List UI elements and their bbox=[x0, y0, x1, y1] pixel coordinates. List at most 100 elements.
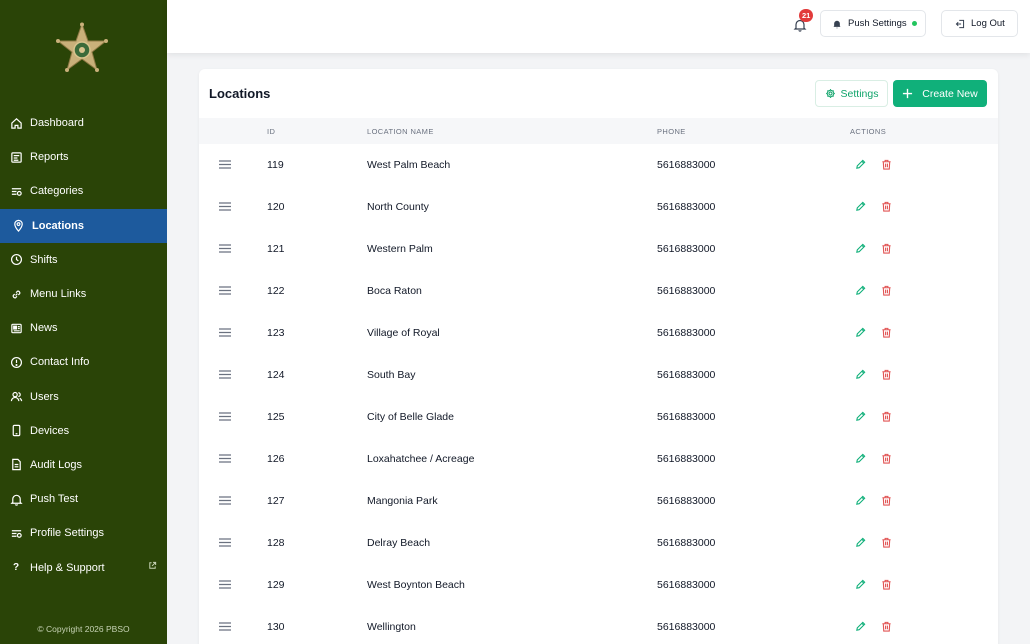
cell-phone: 5616883000 bbox=[657, 243, 716, 255]
sidebar-item-label: Audit Logs bbox=[30, 458, 82, 471]
edit-icon[interactable] bbox=[855, 327, 866, 338]
cell-id: 121 bbox=[267, 243, 285, 255]
table-row: 122 Boca Raton 5616883000 bbox=[199, 270, 998, 312]
notification-count-badge: 21 bbox=[799, 9, 814, 22]
table-row: 123 Village of Royal 5616883000 bbox=[199, 312, 998, 354]
cell-id: 120 bbox=[267, 201, 285, 213]
sidebar-item-contact-info[interactable]: Contact Info bbox=[0, 345, 167, 379]
delete-icon[interactable] bbox=[881, 453, 892, 464]
location-pin-icon bbox=[11, 219, 25, 233]
cell-id: 124 bbox=[267, 369, 285, 381]
edit-icon[interactable] bbox=[855, 537, 866, 548]
cell-id: 130 bbox=[267, 621, 285, 633]
create-new-label: Create New bbox=[922, 87, 978, 100]
page-title: Locations bbox=[209, 86, 271, 101]
sidebar-item-audit-logs[interactable]: Audit Logs bbox=[0, 448, 167, 482]
edit-icon[interactable] bbox=[855, 621, 866, 632]
drag-handle-icon[interactable] bbox=[219, 538, 231, 547]
table-row: 126 Loxahatchee / Acreage 5616883000 bbox=[199, 438, 998, 480]
cell-id: 128 bbox=[267, 537, 285, 549]
sidebar-item-push-test[interactable]: Push Test bbox=[0, 482, 167, 516]
cell-phone: 5616883000 bbox=[657, 621, 716, 633]
table-row: 130 Wellington 5616883000 bbox=[199, 606, 998, 644]
sidebar-item-reports[interactable]: Reports bbox=[0, 140, 167, 174]
delete-icon[interactable] bbox=[881, 285, 892, 296]
drag-handle-icon[interactable] bbox=[219, 160, 231, 169]
cell-location-name: Wellington bbox=[367, 621, 416, 633]
drag-handle-icon[interactable] bbox=[219, 370, 231, 379]
cell-location-name: Village of Royal bbox=[367, 327, 440, 339]
sidebar-item-label: Users bbox=[30, 390, 59, 403]
news-icon bbox=[9, 321, 23, 335]
column-header-phone: PHONE bbox=[657, 127, 686, 136]
sidebar-item-menu-links[interactable]: Menu Links bbox=[0, 277, 167, 311]
table-row: 128 Delray Beach 5616883000 bbox=[199, 522, 998, 564]
drag-handle-icon[interactable] bbox=[219, 328, 231, 337]
cell-location-name: West Boynton Beach bbox=[367, 579, 465, 591]
push-settings-button[interactable]: Push Settings bbox=[820, 10, 926, 37]
sidebar-item-users[interactable]: Users bbox=[0, 380, 167, 414]
sidebar: Dashboard Reports Categories Locations S… bbox=[0, 0, 167, 644]
drag-handle-icon[interactable] bbox=[219, 580, 231, 589]
cell-location-name: Western Palm bbox=[367, 243, 433, 255]
delete-icon[interactable] bbox=[881, 579, 892, 590]
cell-phone: 5616883000 bbox=[657, 453, 716, 465]
delete-icon[interactable] bbox=[881, 159, 892, 170]
edit-icon[interactable] bbox=[855, 369, 866, 380]
question-mark-icon: ? bbox=[12, 562, 20, 574]
drag-handle-icon[interactable] bbox=[219, 286, 231, 295]
delete-icon[interactable] bbox=[881, 327, 892, 338]
cell-phone: 5616883000 bbox=[657, 537, 716, 549]
device-icon bbox=[9, 424, 23, 438]
drag-handle-icon[interactable] bbox=[219, 454, 231, 463]
delete-icon[interactable] bbox=[881, 369, 892, 380]
delete-icon[interactable] bbox=[881, 621, 892, 632]
drag-handle-icon[interactable] bbox=[219, 496, 231, 505]
cell-location-name: South Bay bbox=[367, 369, 416, 381]
edit-icon[interactable] bbox=[855, 495, 866, 506]
delete-icon[interactable] bbox=[881, 495, 892, 506]
drag-handle-icon[interactable] bbox=[219, 244, 231, 253]
sidebar-item-dashboard[interactable]: Dashboard bbox=[0, 106, 167, 140]
edit-icon[interactable] bbox=[855, 159, 866, 170]
edit-icon[interactable] bbox=[855, 453, 866, 464]
cell-location-name: West Palm Beach bbox=[367, 159, 451, 171]
cell-id: 119 bbox=[267, 159, 284, 171]
link-icon bbox=[9, 287, 23, 301]
delete-icon[interactable] bbox=[881, 201, 892, 212]
sidebar-item-label: Devices bbox=[30, 424, 70, 437]
logout-icon bbox=[955, 19, 965, 28]
drag-handle-icon[interactable] bbox=[219, 202, 231, 211]
bell-icon bbox=[9, 492, 23, 506]
delete-icon[interactable] bbox=[881, 411, 892, 422]
sidebar-item-locations[interactable]: Locations bbox=[0, 208, 167, 243]
sidebar-item-categories[interactable]: Categories bbox=[0, 174, 167, 208]
drag-handle-icon[interactable] bbox=[219, 412, 231, 421]
edit-icon[interactable] bbox=[855, 243, 866, 254]
external-link-icon bbox=[149, 562, 157, 570]
document-icon bbox=[9, 458, 23, 472]
delete-icon[interactable] bbox=[881, 537, 892, 548]
drag-handle-icon[interactable] bbox=[219, 622, 231, 631]
sheriff-star-logo bbox=[56, 22, 108, 72]
copyright-text: © Copyright 2026 PBSO bbox=[37, 624, 130, 634]
cell-id: 123 bbox=[267, 327, 285, 339]
edit-icon[interactable] bbox=[855, 579, 866, 590]
cell-phone: 5616883000 bbox=[657, 411, 716, 423]
sidebar-item-profile-settings[interactable]: Profile Settings bbox=[0, 516, 167, 550]
sidebar-item-shifts[interactable]: Shifts bbox=[0, 243, 167, 277]
delete-icon[interactable] bbox=[881, 243, 892, 254]
logout-button[interactable]: Log Out bbox=[941, 10, 1018, 37]
cell-id: 125 bbox=[267, 411, 285, 423]
cell-id: 127 bbox=[267, 495, 285, 507]
create-new-button[interactable]: Create New bbox=[893, 80, 987, 107]
table-row: 124 South Bay 5616883000 bbox=[199, 354, 998, 396]
sidebar-item-help-support[interactable]: ? Help & Support bbox=[0, 550, 167, 584]
edit-icon[interactable] bbox=[855, 201, 866, 212]
settings-button[interactable]: Settings bbox=[815, 80, 888, 107]
sidebar-item-devices[interactable]: Devices bbox=[0, 414, 167, 448]
top-bar: 21 Push Settings Log Out bbox=[167, 0, 1030, 53]
edit-icon[interactable] bbox=[855, 285, 866, 296]
edit-icon[interactable] bbox=[855, 411, 866, 422]
sidebar-item-news[interactable]: News bbox=[0, 311, 167, 345]
